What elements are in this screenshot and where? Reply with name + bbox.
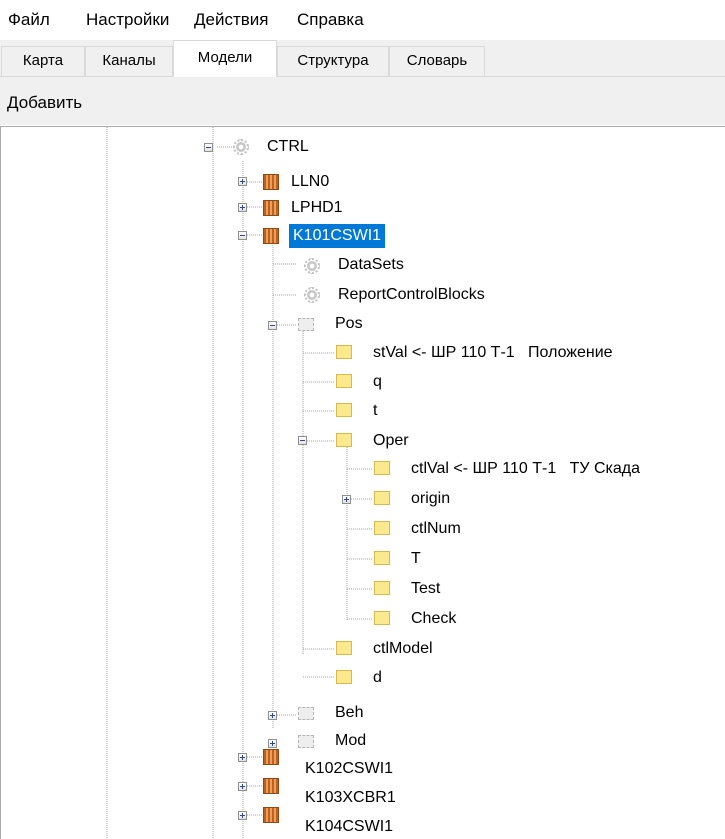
data-attribute-icon [374,581,390,595]
data-object-icon [298,735,314,748]
logical-node-icon [263,200,279,216]
tree-node-k103xcbr1[interactable]: K103XCBR1 [305,786,396,810]
data-attribute-icon [374,551,390,565]
logical-node-icon [263,778,279,794]
data-attribute-icon [336,641,352,655]
tree-node-origin[interactable]: origin [411,487,450,511]
tree-node-lphd1[interactable]: LPHD1 [291,196,343,220]
logical-node-icon [263,807,279,823]
data-attribute-icon [374,491,390,505]
tree-node-k102cswi1[interactable]: K102CSWI1 [305,757,393,781]
tree-node-datasets[interactable]: DataSets [338,253,404,277]
collapse-toggle[interactable] [204,143,213,152]
tree-node-stval[interactable]: stVal <- ШР 110 Т-1 Положение [373,341,613,365]
expand-toggle[interactable] [238,811,247,820]
collapse-toggle[interactable] [268,321,277,330]
tree-node-k104cswi1[interactable]: K104CSWI1 [305,815,393,839]
tree-node-ctrl[interactable]: CTRL [267,135,309,159]
tree-node-d[interactable]: d [373,666,382,690]
tree-node-report-control-blocks[interactable]: ReportControlBlocks [338,283,485,307]
tree-node-q[interactable]: q [373,370,382,394]
toolbar [0,77,725,125]
tree-node-pos[interactable]: Pos [335,312,363,336]
data-attribute-icon [336,345,352,359]
expand-toggle[interactable] [238,203,247,212]
expand-toggle[interactable] [238,753,247,762]
tab-structure[interactable]: Структура [277,46,389,76]
collapse-toggle[interactable] [238,231,247,240]
tree-node-oper[interactable]: Oper [373,429,409,453]
tab-models[interactable]: Модели [173,40,277,77]
tab-dictionary[interactable]: Словарь [389,46,485,76]
tree-node-beh[interactable]: Beh [335,701,363,725]
logical-node-icon [263,174,279,190]
menu-file[interactable]: Файл [6,9,52,31]
menu-actions[interactable]: Действия [192,9,270,31]
tree-node-k101cswi1[interactable]: K101CSWI1 [289,224,386,248]
data-attribute-icon [374,461,390,475]
tree-node-t[interactable]: t [373,399,377,423]
menu-settings[interactable]: Настройки [84,9,171,31]
collapse-toggle[interactable] [298,436,307,445]
tree-node-test[interactable]: Test [411,577,440,601]
menu-help[interactable]: Справка [295,9,366,31]
tab-map[interactable]: Карта [1,46,85,76]
tree-node-ctlval[interactable]: ctlVal <- ШР 110 Т-1 ТУ Скада [411,457,640,481]
tree-node-check[interactable]: Check [411,607,456,631]
tree-node-T[interactable]: T [411,547,421,571]
menu-bar: Файл Настройки Действия Справка [0,0,725,40]
data-attribute-icon [336,433,352,447]
data-object-icon [298,707,314,720]
gear-icon [233,139,249,155]
expand-toggle[interactable] [238,782,247,791]
expand-toggle[interactable] [238,177,247,186]
expand-toggle[interactable] [268,711,277,720]
gear-icon [304,287,320,303]
expand-toggle[interactable] [342,495,351,504]
add-button[interactable]: Добавить [7,92,82,114]
tree-node-ctlmodel[interactable]: ctlModel [373,637,433,661]
data-attribute-icon [336,374,352,388]
data-attribute-icon [336,403,352,417]
logical-node-icon [263,749,279,765]
data-object-icon [298,318,314,331]
tree-node-mod[interactable]: Mod [335,729,366,753]
gear-icon [304,258,320,274]
tab-channels[interactable]: Каналы [85,46,173,76]
tree-node-lln0[interactable]: LLN0 [291,170,329,194]
model-tree[interactable]: CTRL LLN0 LPHD1 K101CSWI1 DataSets Repor… [0,126,725,839]
expand-toggle[interactable] [268,739,277,748]
data-attribute-icon [374,611,390,625]
data-attribute-icon [336,670,352,684]
data-attribute-icon [374,521,390,535]
tree-node-ctlnum[interactable]: ctlNum [411,517,461,541]
logical-node-icon [263,228,279,244]
